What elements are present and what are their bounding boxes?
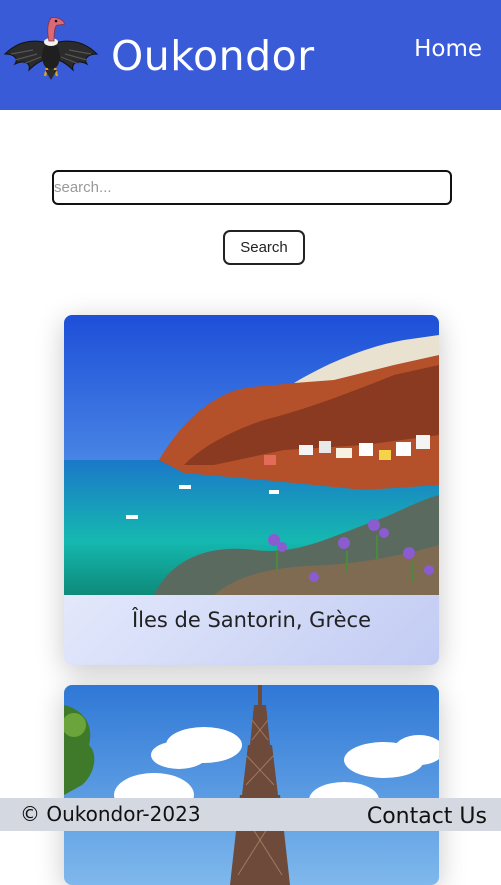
search-button[interactable]: Search bbox=[223, 230, 305, 265]
santorini-photo bbox=[64, 315, 439, 595]
site-header: Oukondor Home bbox=[0, 0, 501, 110]
destination-card[interactable]: Îles de Santorin, Grèce bbox=[64, 315, 439, 665]
destination-card[interactable] bbox=[64, 685, 439, 885]
eiffel-tower-photo bbox=[64, 685, 439, 885]
card-caption: Îles de Santorin, Grèce bbox=[64, 595, 439, 665]
site-footer: © Oukondor-2023 Contact Us bbox=[0, 798, 501, 831]
card-title: Îles de Santorin, Grèce bbox=[131, 608, 372, 632]
contact-us-link[interactable]: Contact Us bbox=[367, 804, 487, 830]
search-input[interactable] bbox=[52, 170, 452, 205]
brand-title: Oukondor bbox=[111, 32, 315, 80]
condor-logo-icon[interactable] bbox=[3, 14, 99, 80]
nav-home-link[interactable]: Home bbox=[414, 34, 482, 64]
copyright-text: © Oukondor-2023 bbox=[20, 802, 201, 826]
